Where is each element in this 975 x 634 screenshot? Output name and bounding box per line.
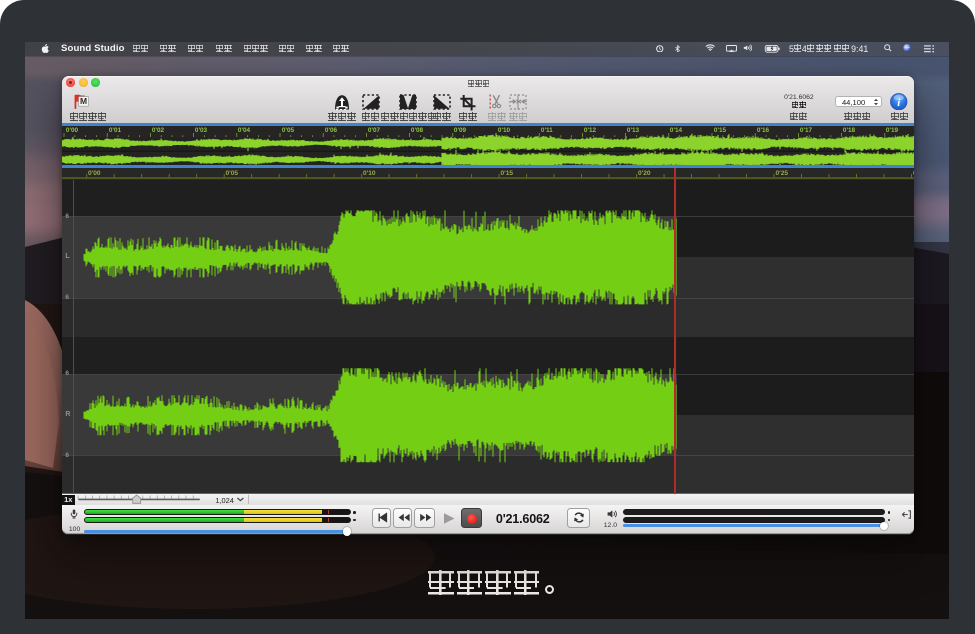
svg-text:M: M <box>80 96 87 106</box>
